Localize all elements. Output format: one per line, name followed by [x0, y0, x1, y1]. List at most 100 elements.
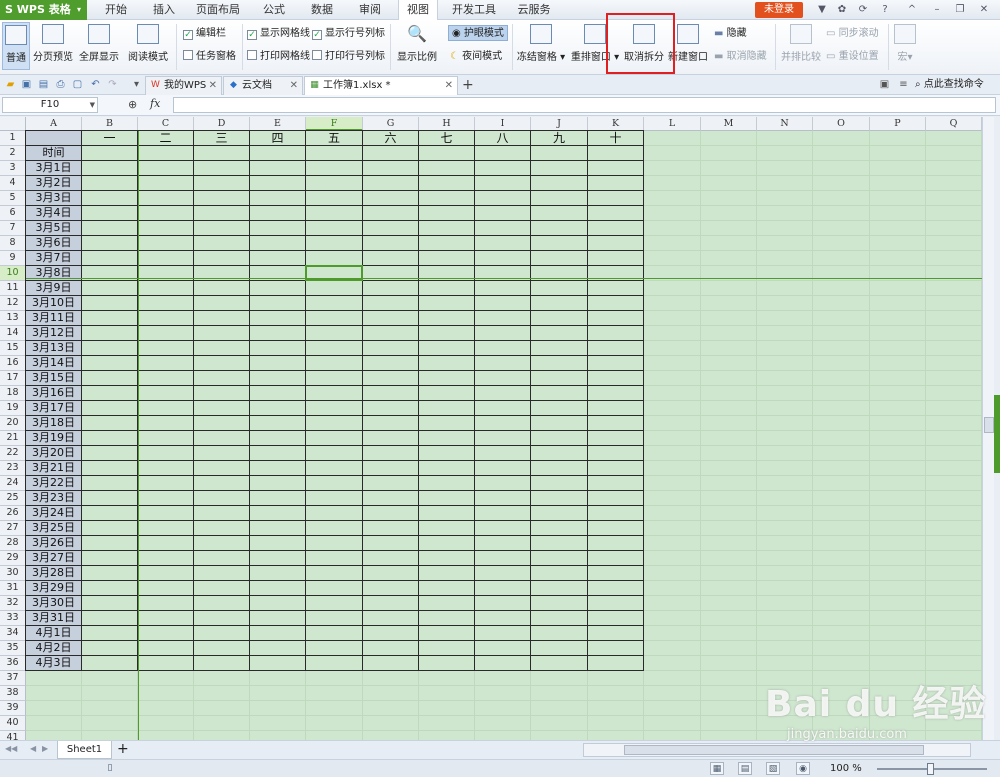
- column-header-b[interactable]: B: [82, 117, 138, 131]
- table-cell[interactable]: [138, 521, 194, 536]
- table-cell[interactable]: [306, 566, 363, 581]
- table-cell[interactable]: [306, 251, 363, 266]
- table-cell[interactable]: [306, 386, 363, 401]
- horizontal-scrollbar[interactable]: [583, 743, 971, 757]
- table-cell[interactable]: [82, 371, 138, 386]
- table-cell[interactable]: 3月14日: [26, 356, 82, 371]
- table-cell[interactable]: [419, 461, 475, 476]
- table-cell[interactable]: [475, 506, 531, 521]
- table-cell[interactable]: [363, 401, 419, 416]
- table-cell[interactable]: [363, 176, 419, 191]
- table-cell[interactable]: [82, 221, 138, 236]
- column-header-d[interactable]: D: [194, 117, 250, 131]
- table-cell[interactable]: 3月5日: [26, 221, 82, 236]
- row-header-39[interactable]: 39: [0, 701, 26, 716]
- column-header-f[interactable]: F: [306, 117, 363, 131]
- table-cell[interactable]: 3月13日: [26, 341, 82, 356]
- table-cell[interactable]: [138, 251, 194, 266]
- table-cell[interactable]: [250, 596, 306, 611]
- table-cell[interactable]: [82, 281, 138, 296]
- table-cell[interactable]: [82, 341, 138, 356]
- table-cell[interactable]: 3月31日: [26, 611, 82, 626]
- table-cell[interactable]: [419, 476, 475, 491]
- table-cell[interactable]: [306, 536, 363, 551]
- table-cell[interactable]: 3月20日: [26, 446, 82, 461]
- table-cell[interactable]: [531, 401, 588, 416]
- table-cell[interactable]: [138, 206, 194, 221]
- table-cell[interactable]: [250, 521, 306, 536]
- table-cell[interactable]: [138, 311, 194, 326]
- row-header-31[interactable]: 31: [0, 581, 26, 596]
- table-cell[interactable]: [363, 461, 419, 476]
- table-cell[interactable]: [419, 581, 475, 596]
- table-cell[interactable]: [475, 536, 531, 551]
- table-cell[interactable]: 3月6日: [26, 236, 82, 251]
- night-mode-toggle[interactable]: ☾ 夜间模式: [450, 49, 502, 65]
- table-cell[interactable]: 五: [306, 131, 363, 146]
- unhide-window-button[interactable]: ▬ 取消隐藏: [714, 49, 767, 65]
- table-cell[interactable]: [419, 566, 475, 581]
- normal-view-button[interactable]: 普通: [2, 22, 30, 70]
- table-cell[interactable]: 4月3日: [26, 656, 82, 671]
- table-cell[interactable]: [306, 596, 363, 611]
- table-cell[interactable]: [194, 311, 250, 326]
- table-cell[interactable]: [475, 401, 531, 416]
- row-header-2[interactable]: 2: [0, 146, 26, 161]
- table-cell[interactable]: 3月29日: [26, 581, 82, 596]
- table-cell[interactable]: [138, 446, 194, 461]
- table-cell[interactable]: [194, 326, 250, 341]
- table-cell[interactable]: [588, 566, 644, 581]
- table-cell[interactable]: [531, 221, 588, 236]
- table-cell[interactable]: [194, 161, 250, 176]
- table-cell[interactable]: [194, 296, 250, 311]
- table-cell[interactable]: 六: [363, 131, 419, 146]
- table-cell[interactable]: [531, 416, 588, 431]
- collapse-ribbon-icon[interactable]: ^: [905, 3, 919, 17]
- column-header-a[interactable]: A: [26, 117, 82, 131]
- close-icon[interactable]: ✕: [977, 3, 991, 17]
- table-cell[interactable]: [363, 281, 419, 296]
- table-cell[interactable]: [419, 371, 475, 386]
- table-cell[interactable]: [194, 431, 250, 446]
- table-cell[interactable]: [82, 461, 138, 476]
- table-cell[interactable]: [250, 581, 306, 596]
- table-cell[interactable]: [475, 206, 531, 221]
- menu-review[interactable]: 审阅: [352, 0, 388, 20]
- table-cell[interactable]: [82, 536, 138, 551]
- table-cell[interactable]: [250, 371, 306, 386]
- table-cell[interactable]: [306, 611, 363, 626]
- table-cell[interactable]: [419, 356, 475, 371]
- table-cell[interactable]: [82, 476, 138, 491]
- table-cell[interactable]: [363, 431, 419, 446]
- print-gridlines-checkbox[interactable]: 打印网格线: [247, 49, 310, 65]
- table-cell[interactable]: [250, 356, 306, 371]
- zoom-slider-handle[interactable]: [927, 763, 934, 775]
- table-cell[interactable]: [250, 506, 306, 521]
- table-cell[interactable]: 时间: [26, 146, 82, 161]
- table-cell[interactable]: [419, 521, 475, 536]
- table-cell[interactable]: [475, 176, 531, 191]
- row-header-1[interactable]: 1: [0, 131, 26, 146]
- row-header-32[interactable]: 32: [0, 596, 26, 611]
- table-cell[interactable]: [306, 431, 363, 446]
- table-cell[interactable]: [194, 461, 250, 476]
- menu-cloud[interactable]: 云服务: [512, 0, 556, 20]
- table-cell[interactable]: [588, 221, 644, 236]
- table-cell[interactable]: [250, 386, 306, 401]
- zoom-button[interactable]: 🔍 显示比例: [395, 22, 439, 70]
- table-cell[interactable]: [138, 281, 194, 296]
- row-header-11[interactable]: 11: [0, 281, 26, 296]
- table-cell[interactable]: [306, 341, 363, 356]
- table-cell[interactable]: [531, 476, 588, 491]
- split-line-vertical[interactable]: [138, 131, 139, 740]
- table-cell[interactable]: 4月1日: [26, 626, 82, 641]
- skin-icon[interactable]: ▼: [815, 3, 829, 17]
- table-cell[interactable]: 九: [531, 131, 588, 146]
- table-cell[interactable]: [194, 656, 250, 671]
- table-cell[interactable]: [588, 416, 644, 431]
- table-cell[interactable]: 3月19日: [26, 431, 82, 446]
- page-layout-icon[interactable]: ▤: [738, 762, 752, 775]
- undo-icon[interactable]: ↶: [89, 78, 102, 91]
- table-cell[interactable]: [363, 521, 419, 536]
- table-cell[interactable]: [531, 551, 588, 566]
